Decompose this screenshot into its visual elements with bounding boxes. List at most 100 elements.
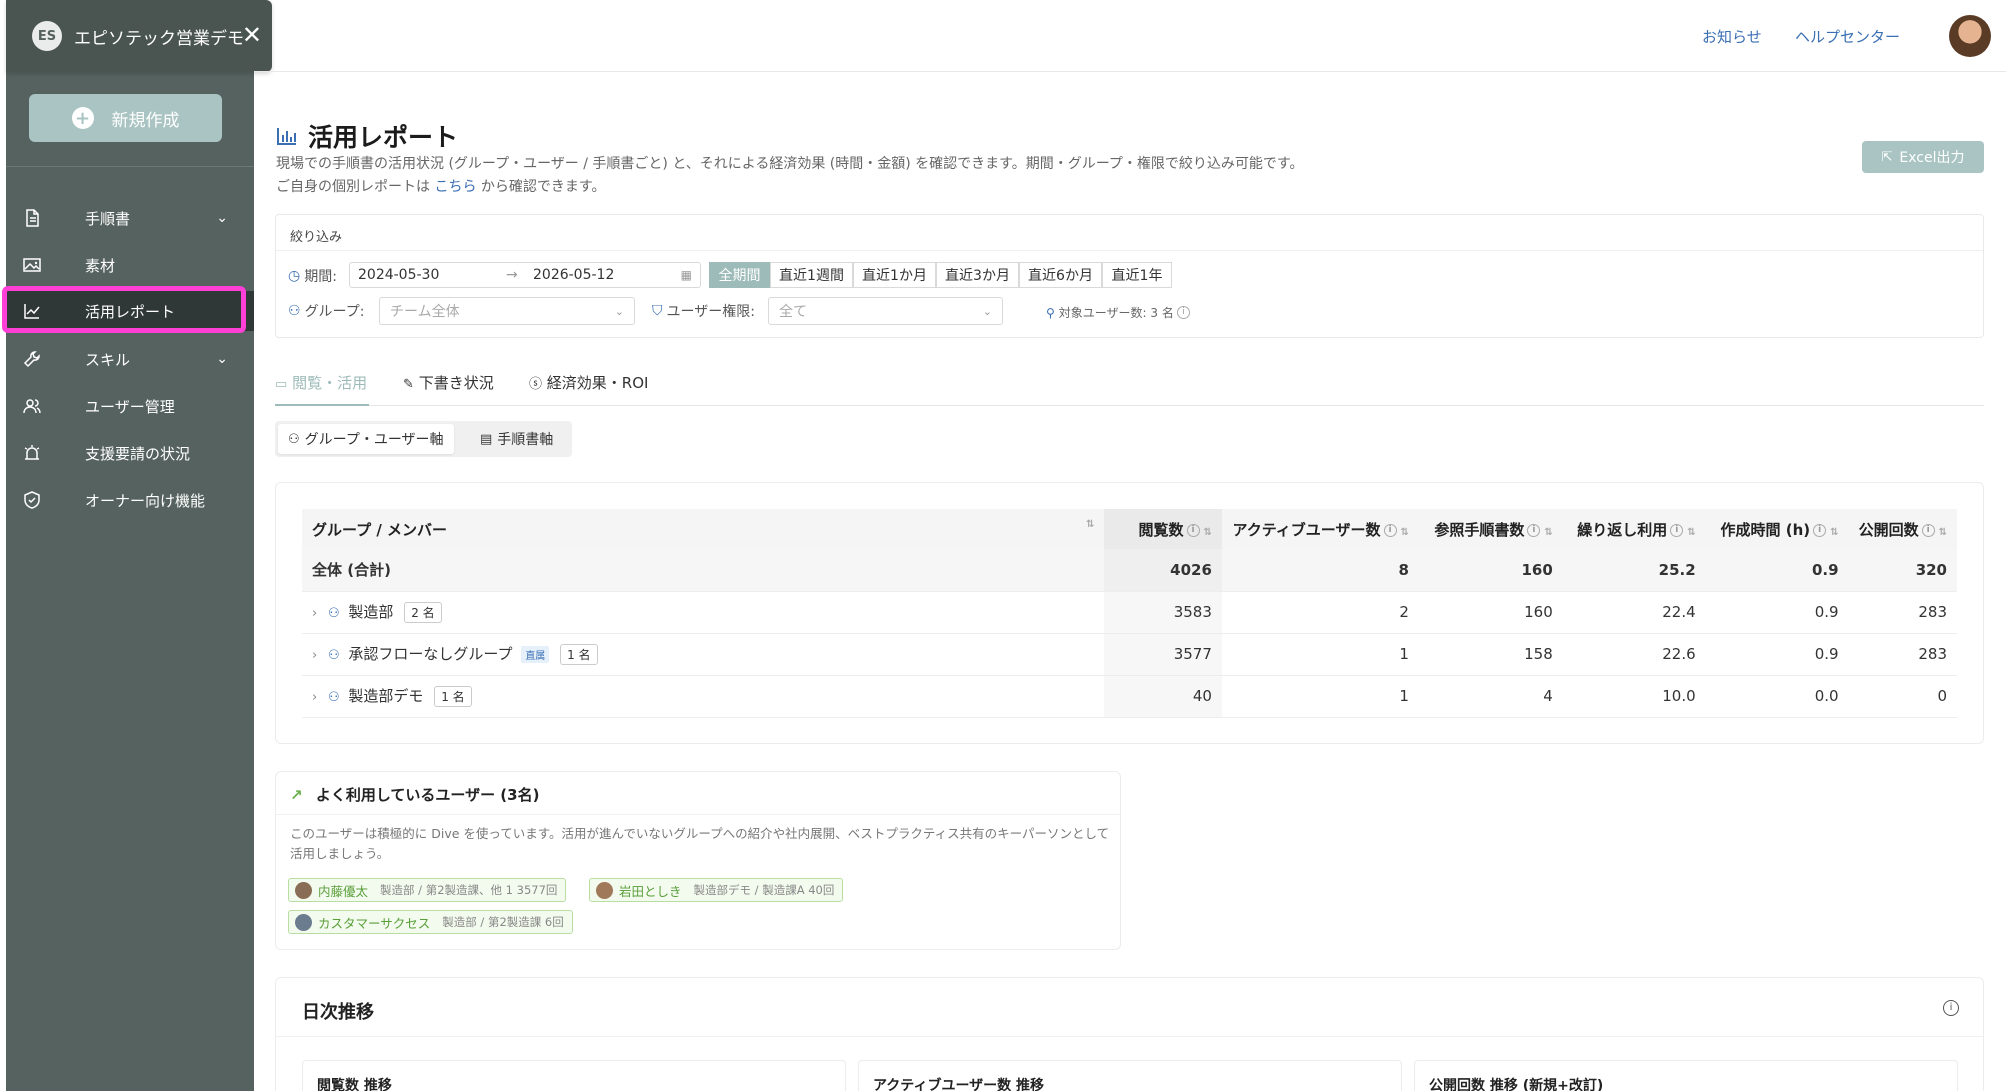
- info-icon[interactable]: i: [1383, 523, 1397, 537]
- new-create-button[interactable]: + 新規作成: [29, 94, 222, 142]
- cell-views: 3577: [1104, 633, 1222, 676]
- excel-export-label: Excel出力: [1899, 150, 1965, 166]
- info-icon[interactable]: i: [1670, 523, 1684, 537]
- sidebar-item-label: 活用レポート: [85, 302, 176, 321]
- sidebar-item-owner-features[interactable]: オーナー向け機能: [6, 480, 254, 520]
- period-1week[interactable]: 直近1週間: [770, 262, 853, 288]
- cell-active: 8: [1221, 549, 1419, 592]
- period-6month[interactable]: 直近6か月: [1019, 262, 1102, 288]
- info-icon[interactable]: i: [1176, 306, 1190, 319]
- news-link[interactable]: お知らせ: [1702, 26, 1762, 47]
- role-select[interactable]: 全て ⌄: [768, 297, 1003, 325]
- tab-views-usage[interactable]: ▭ 閲覧・活用: [275, 372, 367, 393]
- sort-icon[interactable]: ⇅: [1204, 527, 1212, 538]
- desc-prefix: ご自身の個別レポートは: [276, 179, 430, 195]
- published-trend-card: 公開回数 推移 (新規+改訂): [1414, 1060, 1958, 1091]
- views-trend-card: 閲覧数 推移: [302, 1060, 846, 1091]
- header-label: 公開回数: [1858, 520, 1919, 539]
- header-label: 作成時間 (h): [1720, 520, 1811, 539]
- tab-label: 経済効果・ROI: [546, 374, 649, 392]
- member-count-badge: 1 名: [434, 686, 472, 707]
- col-header-group[interactable]: グループ / メンバー ⇅: [302, 509, 1105, 549]
- wrench-icon: [23, 351, 40, 368]
- sidebar-item-manuals[interactable]: 手順書 ⌄: [6, 198, 254, 238]
- info-icon[interactable]: i: [1813, 523, 1827, 537]
- period-1year[interactable]: 直近1年: [1102, 262, 1172, 288]
- member-count-badge: 2 名: [404, 602, 442, 623]
- frequent-users-description: このユーザーは積極的に Dive を使っています。活用が進んでいないグループへの…: [290, 826, 1110, 861]
- cell-repeat: 25.2: [1562, 549, 1706, 592]
- sort-icon[interactable]: ⇅: [1086, 519, 1094, 530]
- calendar-icon: ▦: [680, 268, 692, 282]
- excel-export-button[interactable]: ⇱ Excel出力: [1862, 141, 1984, 173]
- sort-icon[interactable]: ⇅: [1544, 527, 1552, 538]
- cell-views: 3583: [1104, 591, 1222, 634]
- filter-heading: 絞り込み: [276, 215, 1983, 251]
- desc-suffix: から確認できます。: [480, 179, 606, 195]
- sort-icon[interactable]: ⇅: [1939, 527, 1947, 538]
- cell-active: 1: [1221, 675, 1419, 718]
- user-chip[interactable]: 岩田としき 製造部デモ / 製造課A 40回: [589, 878, 844, 902]
- segment-group-user[interactable]: ⚇ グループ・ユーザー軸: [278, 424, 454, 454]
- info-icon[interactable]: i: [1527, 523, 1541, 537]
- sidebar-item-usage-report[interactable]: 活用レポート: [6, 291, 254, 331]
- page-title: 活用レポート: [308, 123, 459, 152]
- sort-icon[interactable]: ⇅: [1830, 527, 1838, 538]
- col-header-published[interactable]: 公開回数 i ⇅: [1848, 509, 1957, 549]
- sidebar-divider: [6, 166, 254, 167]
- header-label: 閲覧数: [1138, 520, 1184, 539]
- member-count-badge: 1 名: [560, 644, 598, 665]
- period-1month[interactable]: 直近1か月: [853, 262, 936, 288]
- user-chip[interactable]: 内藤優太 製造部 / 第2製造課、他 1 3577回: [288, 878, 567, 902]
- group-select[interactable]: チーム全体 ⌄: [379, 297, 635, 325]
- header-label: グループ / メンバー: [312, 520, 448, 539]
- col-header-views[interactable]: 閲覧数 i ⇅: [1104, 509, 1222, 549]
- trend-card-title: アクティブユーザー数 推移: [873, 1078, 1045, 1091]
- period-label: ◷ 期間:: [288, 266, 337, 286]
- brand-logo: ES: [32, 21, 62, 51]
- col-header-active-users[interactable]: アクティブユーザー数 i ⇅: [1221, 509, 1419, 549]
- user-name: カスタマーサクセス: [318, 915, 431, 931]
- avatar[interactable]: [1949, 15, 1991, 57]
- group-icon: ⚇: [327, 690, 340, 705]
- user-chip[interactable]: カスタマーサクセス 製造部 / 第2製造課 6回: [288, 910, 573, 934]
- target-users: ⚲ 対象ユーザー数: 3 名 i: [1046, 304, 1190, 321]
- chevron-right-icon[interactable]: ›: [312, 648, 317, 663]
- sidebar: + 新規作成 手順書 ⌄ 素材 活用レポート スキル ⌄ ユーザー管理 支援要請…: [6, 0, 254, 1091]
- brand-name: エピソテック営業デモ: [74, 28, 244, 49]
- tab-roi[interactable]: ⓢ 経済効果・ROI: [529, 372, 648, 393]
- sort-icon[interactable]: ⇅: [1401, 527, 1409, 538]
- col-header-repeat[interactable]: 繰り返し利用 i ⇅: [1562, 509, 1706, 549]
- sidebar-item-user-management[interactable]: ユーザー管理: [6, 386, 254, 426]
- chevron-right-icon[interactable]: ›: [312, 690, 317, 705]
- info-icon[interactable]: i: [1943, 1000, 1959, 1016]
- sidebar-item-support-requests[interactable]: 支援要請の状況: [6, 433, 254, 473]
- date-range-input[interactable]: 2024-05-30 → 2026-05-12 ▦: [349, 262, 701, 288]
- sidebar-item-skills[interactable]: スキル ⌄: [6, 339, 254, 379]
- cell-repeat: 22.6: [1562, 633, 1706, 676]
- axis-segment-control: ⚇ グループ・ユーザー軸 ▤ 手順書軸: [275, 421, 572, 457]
- info-icon[interactable]: i: [1186, 523, 1200, 537]
- divider: [276, 1036, 1983, 1037]
- period-all[interactable]: 全期間: [709, 262, 770, 288]
- row-name: 製造部デモ: [348, 687, 424, 705]
- sidebar-item-materials[interactable]: 素材: [6, 245, 254, 285]
- tab-drafts[interactable]: ✎ 下書き状況: [403, 372, 494, 393]
- sort-icon[interactable]: ⇅: [1687, 527, 1695, 538]
- table-row[interactable]: › ⚇ 製造部 2 名 3583 2 160 22.4 0.9 283: [302, 591, 1957, 634]
- frequent-users-title-text: よく利用しているユーザー (3名): [315, 786, 540, 804]
- table-row[interactable]: › ⚇ 製造部デモ 1 名 40 1 4 10.0 0.0 0: [302, 675, 1957, 718]
- period-3month[interactable]: 直近3か月: [936, 262, 1019, 288]
- cell-docs: 4: [1418, 675, 1563, 718]
- user-name: 岩田としき: [619, 883, 682, 899]
- chevron-right-icon[interactable]: ›: [312, 606, 317, 621]
- table-row[interactable]: › ⚇ 承認フローなしグループ 直属 1 名 3577 1 158 22.6 0…: [302, 633, 1957, 676]
- segment-manual[interactable]: ▤ 手順書軸: [470, 424, 563, 454]
- pencil-icon: ✎: [403, 377, 414, 392]
- col-header-hours[interactable]: 作成時間 (h) i ⇅: [1705, 509, 1849, 549]
- personal-report-link[interactable]: こちら: [434, 179, 476, 195]
- shield-check-icon: ⛉: [652, 303, 663, 319]
- info-icon[interactable]: i: [1921, 523, 1935, 537]
- help-center-link[interactable]: ヘルプセンター: [1795, 26, 1900, 47]
- col-header-docs[interactable]: 参照手順書数 i ⇅: [1418, 509, 1563, 549]
